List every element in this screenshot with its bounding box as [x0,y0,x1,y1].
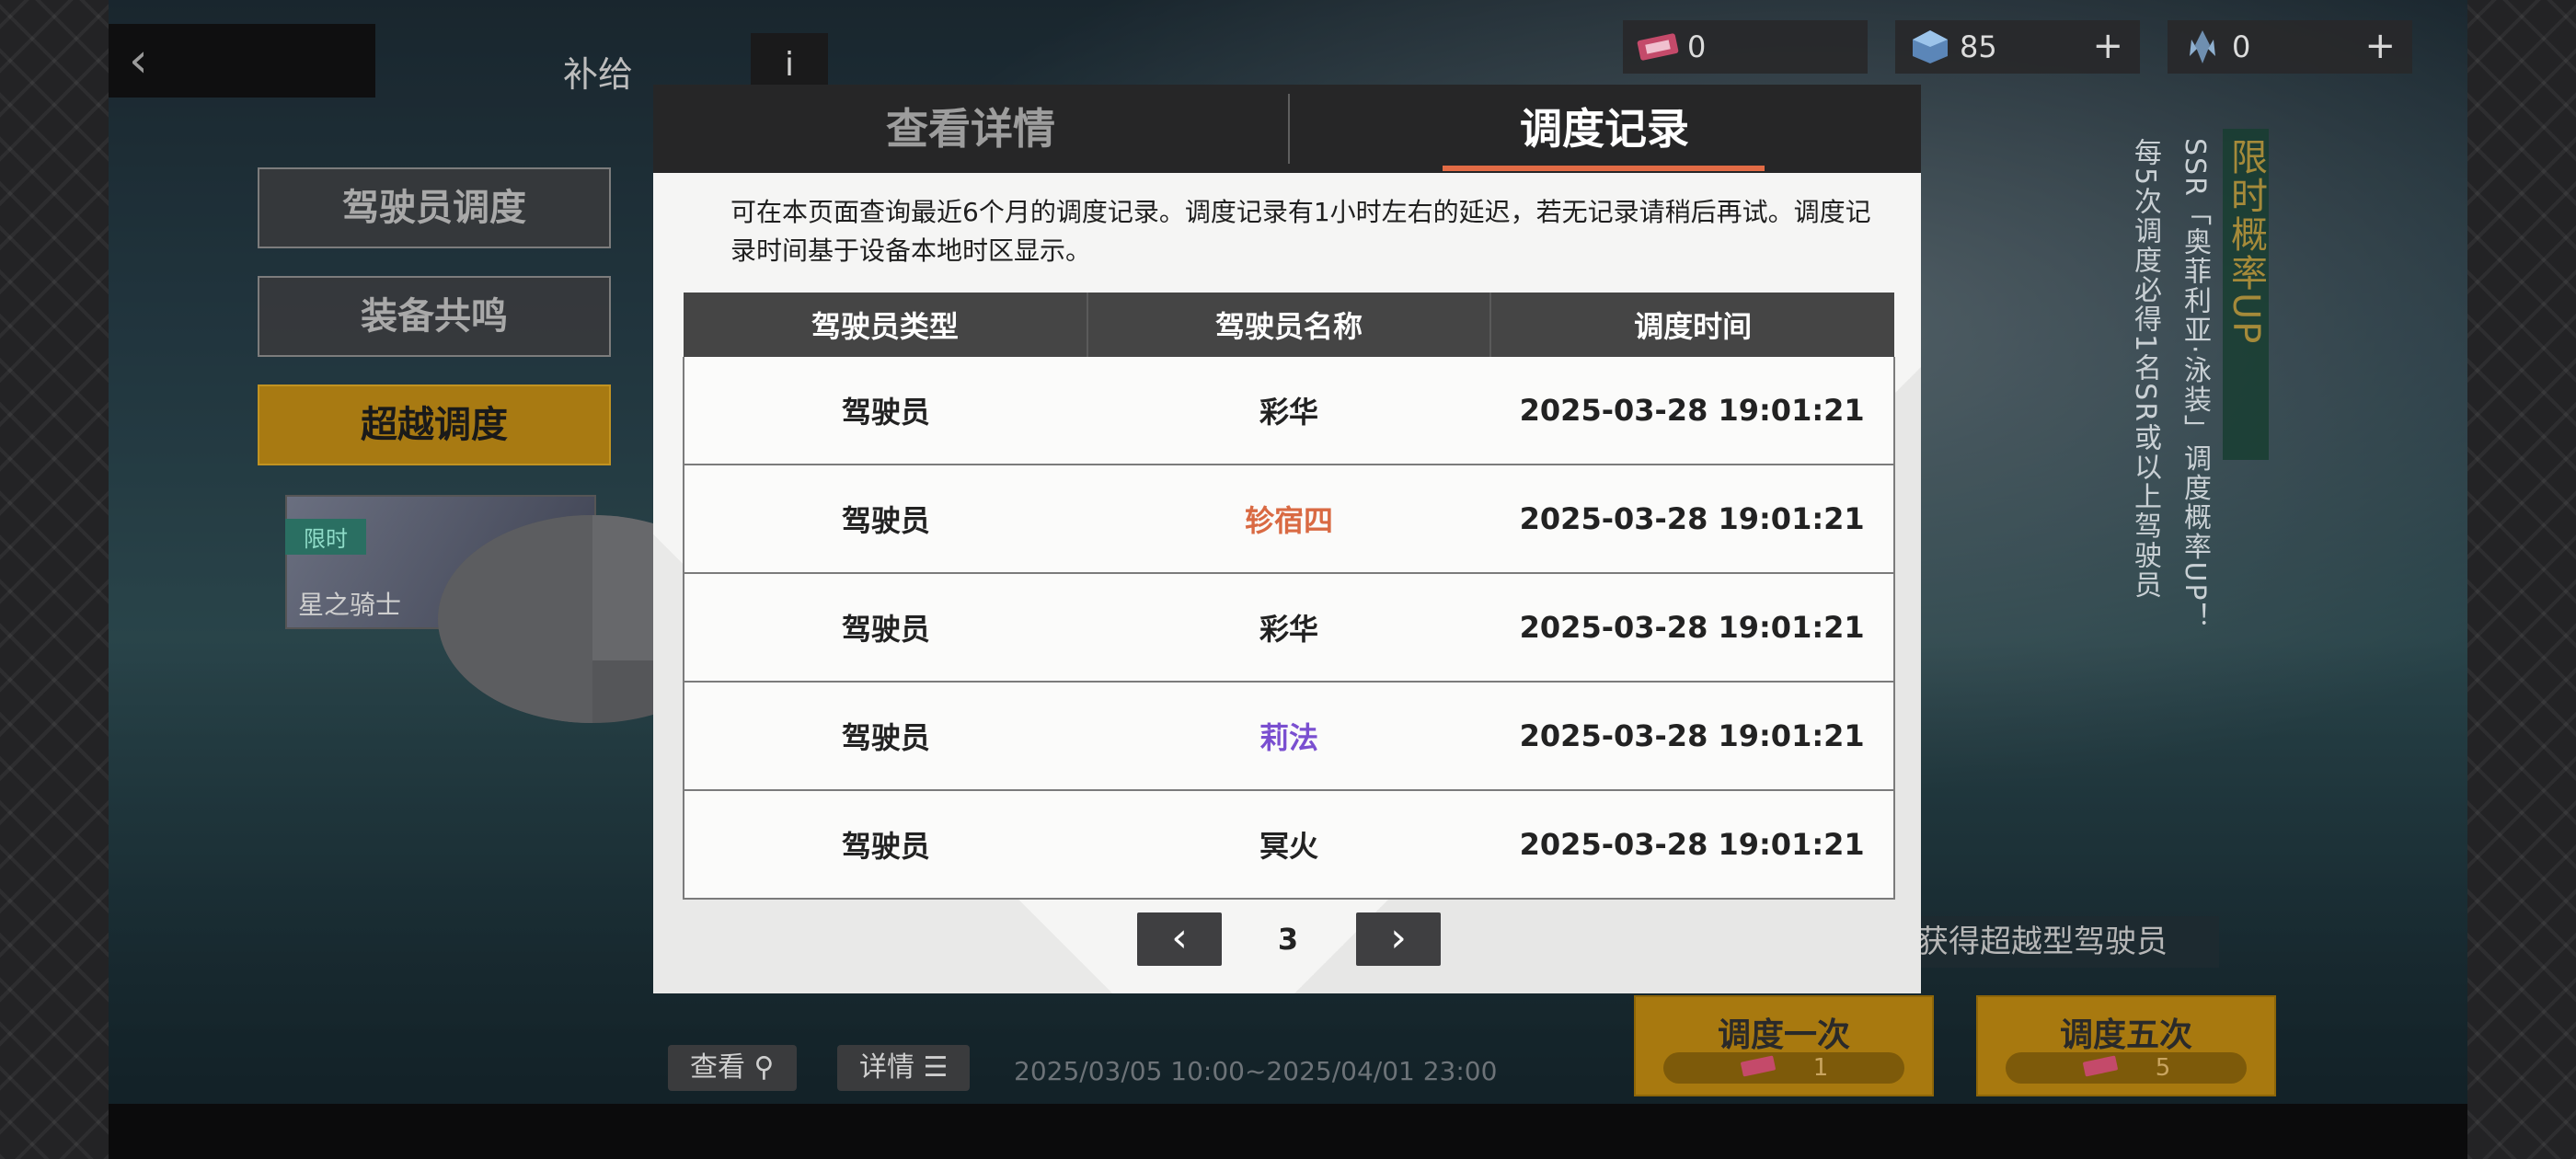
page-title: 补给 [563,54,634,95]
add-crystal-shard-button[interactable]: + [2364,28,2396,64]
ticket-icon [1740,1055,1777,1081]
record-notice: 可在本页面查询最近6个月的调度记录。调度记录有1小时左右的延迟，若无记录请稍后再… [730,197,1871,266]
table-row: 驾驶员 彩华 2025-03-28 19:01:21 [683,357,1895,465]
view-label: 查看 [690,1051,745,1084]
pull-once-button[interactable]: 调度一次 1 [1634,995,1934,1096]
pull-once-cost: 1 [1663,1052,1904,1084]
pull-five-cost-value: 5 [2155,1054,2171,1082]
pilot-name-cell: 彩华 [1087,573,1491,683]
add-crystal-cube-button[interactable]: + [2092,28,2123,64]
dispatch-time-cell: 2025-03-28 19:01:21 [1490,357,1895,465]
prev-page-button[interactable]: ‹ [1137,912,1222,966]
pilot-name-cell: 轸宿四 [1087,465,1491,574]
limited-rate-up-text: 限时概率UP [2225,138,2267,346]
next-page-button[interactable]: › [1356,912,1441,966]
tab-dispatch-record[interactable]: 调度记录 [1288,85,1921,173]
left-border-decoration [0,0,109,1159]
guarantee-text: 每5次调度必得1名SR或以上驾驶员 [2129,138,2161,601]
chevron-left-icon: ‹ [1171,914,1188,961]
pilot-type-cell: 驾驶员 [683,790,1087,900]
pilot-type-cell: 驾驶员 [683,573,1087,683]
pilot-type-cell: 驾驶员 [683,357,1087,465]
pull-once-label: 调度一次 [1717,1016,1850,1054]
dispatch-time-cell: 2025-03-28 19:01:21 [1490,682,1895,791]
resource-ticket: 0 [1623,20,1868,74]
pull-five-cost: 5 [2006,1052,2247,1084]
detail-button[interactable]: 详情 ☰ [837,1045,971,1091]
list-icon: ☰ [923,1051,949,1084]
dispatch-time-cell: 2025-03-28 19:01:21 [1490,465,1895,574]
dispatch-time-cell: 2025-03-28 19:01:21 [1490,790,1895,900]
rate-up-text: SSR「奥菲利亚·泳装」调度概率UP！ [2179,138,2211,632]
resource-crystal-cube: 85 + [1895,20,2140,74]
pilot-name-cell: 冥火 [1087,790,1491,900]
ticket-icon [1636,29,1680,65]
menu-equipment-resonance[interactable]: 装备共鸣 [258,276,611,357]
gain-transcend-pilot-label: 获得超越型驾驶员 [1899,916,2219,968]
view-button[interactable]: 查看 ⚲ [668,1045,797,1091]
detail-label: 详情 [859,1051,914,1084]
pilot-name-cell: 彩华 [1087,357,1491,465]
pilot-type-cell: 驾驶员 [683,682,1087,791]
chevron-left-icon: ‹ [129,33,148,88]
dialog-tabs: 查看详情 调度记录 [653,85,1921,173]
dispatch-time-cell: 2025-03-28 19:01:21 [1490,573,1895,683]
menu-pilot-dispatch[interactable]: 驾驶员调度 [258,167,611,248]
tab-view-details[interactable]: 查看详情 [653,85,1288,173]
menu-transcend-dispatch[interactable]: 超越调度 [258,384,611,465]
table-row: 驾驶员 冥火 2025-03-28 19:01:21 [683,790,1895,900]
crystal-cube-count: 85 [1960,29,1997,64]
page-number: 3 [1277,922,1299,957]
crystal-shard-count: 0 [2232,29,2251,64]
pilot-type-cell: 驾驶员 [683,465,1087,574]
table-header-row: 驾驶员类型 驾驶员名称 调度时间 [684,293,1894,357]
pilot-name-cell: 莉法 [1087,682,1491,791]
active-tab-indicator [1443,166,1765,171]
pull-five-label: 调度五次 [2059,1016,2192,1054]
pull-once-cost-value: 1 [1812,1054,1829,1082]
resource-crystal-shard: 0 + [2168,20,2412,74]
search-icon: ⚲ [753,1051,775,1084]
right-border-decoration [2467,0,2576,1159]
crystal-cube-icon [1908,29,1952,65]
table-row: 驾驶员 莉法 2025-03-28 19:01:21 [683,682,1895,791]
column-dispatch-time: 调度时间 [1490,293,1894,357]
table-row: 驾驶员 轸宿四 2025-03-28 19:01:21 [683,465,1895,574]
record-table: 驾驶员类型 驾驶员名称 调度时间 驾驶员 彩华 2025-03-28 19:01… [683,293,1895,900]
table-row: 驾驶员 彩华 2025-03-28 19:01:21 [683,573,1895,683]
column-pilot-name: 驾驶员名称 [1087,293,1492,357]
crystal-shard-icon [2180,29,2225,65]
back-button[interactable]: ‹ [109,24,375,98]
event-date-range: 2025/03/05 10:00~2025/04/01 23:00 [1014,1056,1498,1086]
banner-name: 星之骑士 [298,590,402,620]
ticket-icon [2082,1055,2119,1081]
pull-five-button[interactable]: 调度五次 5 [1976,995,2276,1096]
chevron-right-icon: › [1390,914,1407,961]
ticket-count: 0 [1687,29,1707,64]
limited-tag: 限时 [285,519,366,555]
dispatch-record-dialog: 查看详情 调度记录 可在本页面查询最近6个月的调度记录。调度记录有1小时左右的延… [653,85,1921,993]
column-pilot-type: 驾驶员类型 [684,293,1088,357]
